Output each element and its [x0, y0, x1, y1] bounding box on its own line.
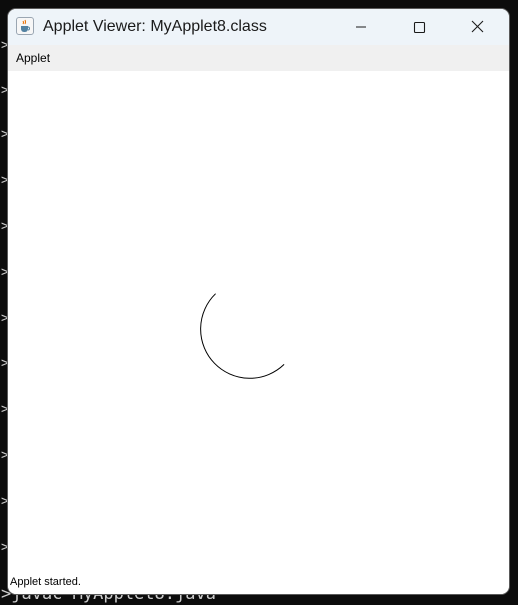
menu-bar: Applet: [8, 45, 509, 71]
status-bar: Applet started.: [8, 574, 509, 594]
close-icon: [471, 20, 484, 33]
maximize-icon: [413, 21, 426, 34]
maximize-button[interactable]: [396, 9, 442, 45]
java-cup-icon[interactable]: [16, 17, 34, 35]
status-text: Applet started.: [10, 576, 81, 588]
drawn-arc: [200, 293, 285, 379]
applet-canvas[interactable]: [8, 71, 509, 574]
menu-item-applet[interactable]: Applet: [16, 51, 50, 65]
applet-viewer-window: Applet Viewer: MyApplet8.class Applet Ap…: [8, 9, 509, 594]
applet-drawing: [200, 293, 285, 379]
minimize-icon: [356, 26, 366, 28]
window-title: Applet Viewer: MyApplet8.class: [43, 18, 267, 35]
close-button[interactable]: [455, 9, 501, 45]
minimize-button[interactable]: [338, 9, 384, 45]
title-bar[interactable]: Applet Viewer: MyApplet8.class: [8, 9, 509, 45]
